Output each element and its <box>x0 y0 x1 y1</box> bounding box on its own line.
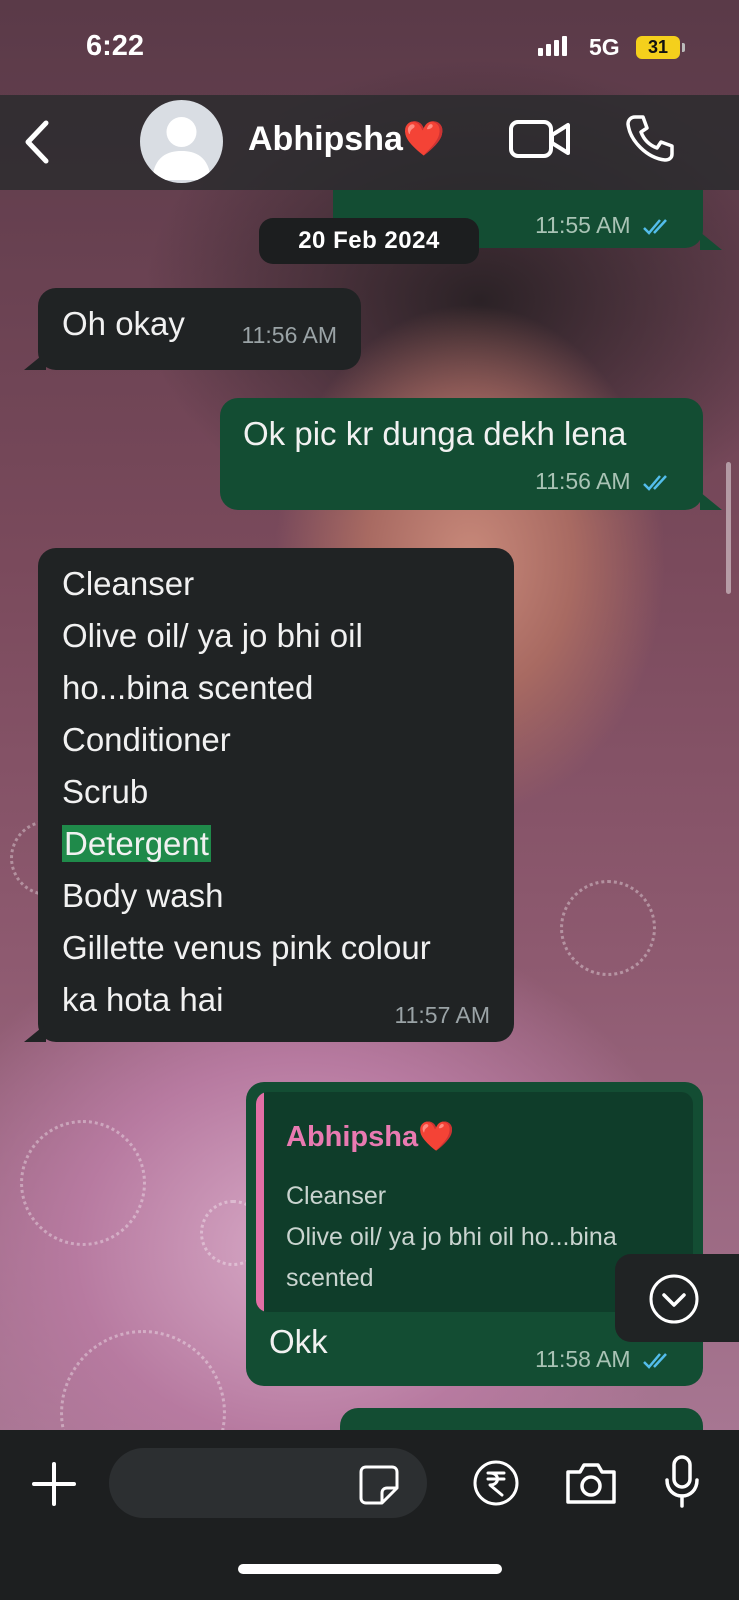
message-line: ka hota hai <box>62 981 224 1018</box>
attach-button[interactable] <box>30 1460 78 1508</box>
message-meta: 11:58 AM <box>535 1346 673 1373</box>
signal-icon <box>538 36 567 56</box>
message-line: Cleanser <box>62 565 195 602</box>
chevron-down-circle-icon <box>649 1274 699 1324</box>
network-type: 5G <box>589 34 620 60</box>
double-check-icon <box>643 219 667 235</box>
scrollbar[interactable] <box>726 462 731 594</box>
quoted-line: Olive oil/ ya jo bhi oil ho...bina <box>286 1223 617 1251</box>
message-time: 11:55 AM <box>535 212 631 238</box>
message-text: Okk <box>269 1323 328 1360</box>
message-text: Oh okay <box>62 305 185 342</box>
highlighted-text: Detergent <box>62 825 211 862</box>
message-meta: 11:55 AM <box>535 212 673 239</box>
battery-tip <box>682 43 685 52</box>
message-time: 11:57 AM <box>394 1002 490 1028</box>
message-line: Scrub <box>62 773 149 810</box>
rupee-icon <box>473 1460 519 1506</box>
back-button[interactable] <box>18 117 58 167</box>
message-composer <box>0 1430 739 1600</box>
message-time: 11:56 AM <box>241 322 337 348</box>
message-incoming[interactable]: Oh okay 11:56 AM <box>38 288 361 370</box>
contact-name[interactable]: Abhipsha❤️ <box>248 119 445 159</box>
quoted-line: Cleanser <box>286 1182 387 1210</box>
message-list[interactable]: 11:55 AM 20 Feb 2024 Oh okay 11:56 AM Ok… <box>0 190 739 1430</box>
message-line: ho...bina scented <box>62 669 314 706</box>
voice-message-button[interactable] <box>664 1454 700 1510</box>
message-line: Conditioner <box>62 721 231 758</box>
message-text: Cleanser Olive oil/ ya jo bhi oil ho...b… <box>62 558 431 1026</box>
chat-header: Abhipsha❤️ <box>0 95 739 190</box>
quote-accent-bar <box>256 1092 264 1312</box>
message-incoming[interactable]: Cleanser Olive oil/ ya jo bhi oil ho...b… <box>38 548 514 1042</box>
video-call-button[interactable] <box>508 117 572 161</box>
plus-icon <box>32 1462 76 1506</box>
bubble-tail <box>24 1024 46 1042</box>
video-camera-icon <box>509 120 570 158</box>
payment-button[interactable] <box>472 1459 520 1507</box>
voice-call-button[interactable] <box>625 113 675 163</box>
message-time: 11:56 AM <box>535 468 631 494</box>
bubble-tail <box>24 352 46 370</box>
bubble-tail <box>700 232 722 250</box>
person-icon <box>152 117 211 180</box>
avatar[interactable] <box>140 100 223 183</box>
phone-icon <box>626 115 674 162</box>
double-check-icon <box>643 1353 667 1369</box>
home-indicator[interactable] <box>238 1564 502 1574</box>
message-time: 11:58 AM <box>535 1346 631 1372</box>
message-outgoing[interactable] <box>340 1408 703 1430</box>
message-text: Ok pic kr dunga dekh lena <box>243 415 627 452</box>
chevron-left-icon <box>25 120 49 164</box>
sticker-button[interactable] <box>358 1464 400 1506</box>
status-bar: 6:22 5G 31 <box>0 0 739 95</box>
camera-button[interactable] <box>564 1460 618 1506</box>
bubble-tail <box>700 492 722 510</box>
message-line: Olive oil/ ya jo bhi oil <box>62 617 363 654</box>
battery-icon: 31 <box>636 36 680 59</box>
scroll-to-bottom-button[interactable] <box>615 1254 739 1342</box>
message-line: Body wash <box>62 877 224 914</box>
camera-icon <box>566 1463 616 1504</box>
message-outgoing[interactable]: Ok pic kr dunga dekh lena 11:56 AM <box>220 398 703 510</box>
sticker-icon <box>359 1465 399 1505</box>
quoted-author: Abhipsha❤️ <box>286 1121 455 1153</box>
microphone-icon <box>665 1455 699 1508</box>
message-line: Gillette venus pink colour <box>62 929 431 966</box>
message-meta: 11:56 AM <box>535 468 673 495</box>
status-time: 6:22 <box>86 30 145 62</box>
date-separator: 20 Feb 2024 <box>259 218 479 264</box>
double-check-icon <box>643 475 667 491</box>
